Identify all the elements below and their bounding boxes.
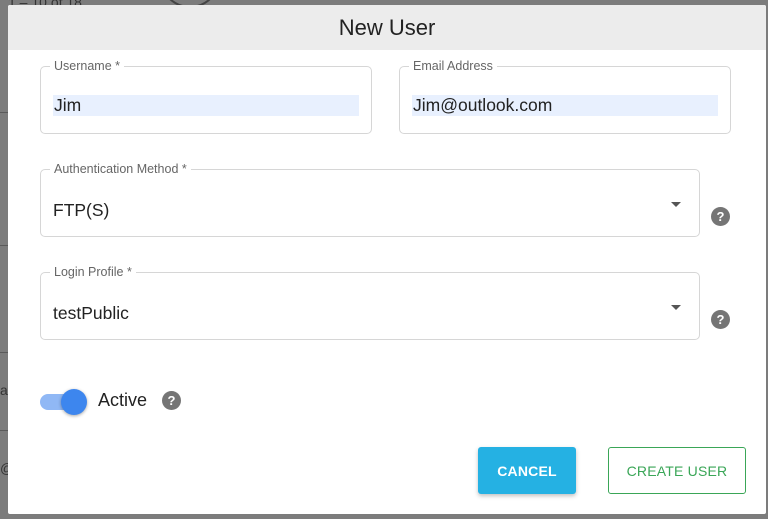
username-label: Username * [50, 59, 124, 73]
active-label: Active [98, 390, 148, 410]
help-icon[interactable]: ? [162, 391, 181, 410]
chevron-down-icon[interactable] [671, 305, 681, 310]
active-toggle[interactable] [40, 389, 90, 415]
email-field[interactable]: Email Address Jim@outlook.com [399, 59, 731, 134]
new-user-dialog: New User Username * Jim Email Address Ji… [8, 5, 766, 514]
background-char: a [0, 382, 8, 398]
authentication-method-value: FTP(S) [53, 200, 110, 220]
help-icon[interactable]: ? [711, 207, 730, 226]
email-input[interactable]: Jim@outlook.com [412, 95, 718, 116]
authentication-method-label: Authentication Method * [50, 162, 191, 176]
create-user-button[interactable]: CREATE USER [608, 447, 746, 494]
authentication-method-select[interactable]: Authentication Method * FTP(S) [40, 162, 700, 237]
login-profile-label: Login Profile * [50, 265, 136, 279]
dialog-title: New User [338, 14, 436, 40]
cancel-button[interactable]: CANCEL [478, 447, 576, 494]
dialog-header: New User [8, 5, 766, 50]
background-divider [0, 245, 8, 246]
login-profile-select[interactable]: Login Profile * testPublic [40, 265, 700, 340]
background-divider [0, 430, 8, 431]
username-field[interactable]: Username * Jim [40, 59, 372, 134]
username-input[interactable]: Jim [53, 95, 359, 116]
background-divider [0, 352, 8, 353]
toggle-knob[interactable] [61, 389, 87, 415]
email-label: Email Address [409, 59, 497, 73]
login-profile-value: testPublic [53, 303, 129, 323]
chevron-down-icon[interactable] [671, 202, 681, 207]
help-icon[interactable]: ? [711, 310, 730, 329]
background-divider [0, 112, 8, 113]
